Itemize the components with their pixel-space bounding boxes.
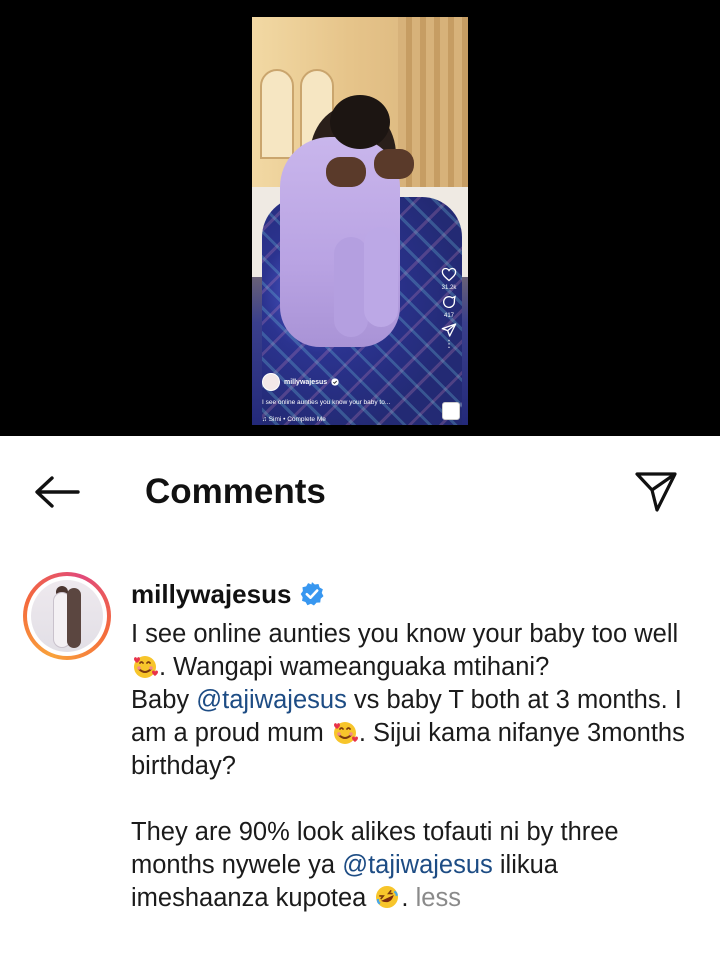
back-arrow-icon xyxy=(35,476,80,508)
reel-actions: 31.2k 417 ⋮ xyxy=(438,267,460,350)
verified-badge-icon xyxy=(331,378,339,386)
avatar xyxy=(262,373,280,391)
more-options-icon[interactable]: ⋮ xyxy=(444,340,454,350)
comment-count: 417 xyxy=(443,313,454,319)
caption-text: I see online aunties you know your baby … xyxy=(131,620,679,648)
avatar-figure xyxy=(67,588,81,648)
comment-username[interactable]: millywajesus xyxy=(131,579,291,610)
less-link[interactable]: less xyxy=(416,884,461,912)
verified-badge-icon xyxy=(301,582,324,606)
reel-username: millywajesus xyxy=(284,378,328,386)
mention-link[interactable]: @tajiwajesus xyxy=(342,851,493,879)
caption-text: . xyxy=(401,884,416,912)
arch-decor xyxy=(260,69,294,159)
hand xyxy=(374,149,414,179)
comments-header xyxy=(0,436,720,546)
caption-comment: millywajesus I see online aunties you kn… xyxy=(131,575,701,915)
share-button[interactable] xyxy=(630,468,682,516)
share-icon[interactable] xyxy=(441,322,457,338)
video-area: 31.2k 417 ⋮ millywajesus I see online au… xyxy=(0,0,720,436)
rolling-laughing-icon xyxy=(376,886,399,908)
hand xyxy=(326,157,366,187)
comment-icon[interactable] xyxy=(441,294,457,310)
comment-text: I see online aunties you know your baby … xyxy=(131,618,701,915)
caption-text: . Wangapi wameanguaka mtihani? xyxy=(159,653,550,681)
smiling-face-with-hearts-icon xyxy=(333,722,358,744)
caption-text: Baby xyxy=(131,686,197,714)
smiling-face-with-hearts-icon xyxy=(134,656,158,678)
avatar-photo xyxy=(31,580,103,652)
comment-header: millywajesus xyxy=(131,575,701,613)
reel-music[interactable]: ♫ Simi • Complete Me xyxy=(262,416,326,423)
heart-icon[interactable] xyxy=(441,267,457,282)
like-count: 31.2k xyxy=(441,285,457,291)
reel-preview[interactable]: 31.2k 417 ⋮ millywajesus I see online au… xyxy=(252,17,468,425)
page-title: Comments xyxy=(145,472,326,511)
baby-leg xyxy=(364,227,398,327)
avatar-border xyxy=(27,576,107,656)
reel-caption[interactable]: I see online aunties you know your baby … xyxy=(262,399,390,406)
baby-leg xyxy=(334,237,368,337)
reel-user[interactable]: millywajesus xyxy=(262,373,339,391)
mention-link[interactable]: @tajiwajesus xyxy=(196,686,347,714)
music-title: Simi • Complete Me xyxy=(268,416,326,423)
avatar[interactable] xyxy=(23,572,111,660)
baby-head xyxy=(330,95,390,149)
music-thumbnail[interactable] xyxy=(442,402,460,420)
send-icon xyxy=(635,472,677,512)
back-button[interactable] xyxy=(30,470,82,514)
